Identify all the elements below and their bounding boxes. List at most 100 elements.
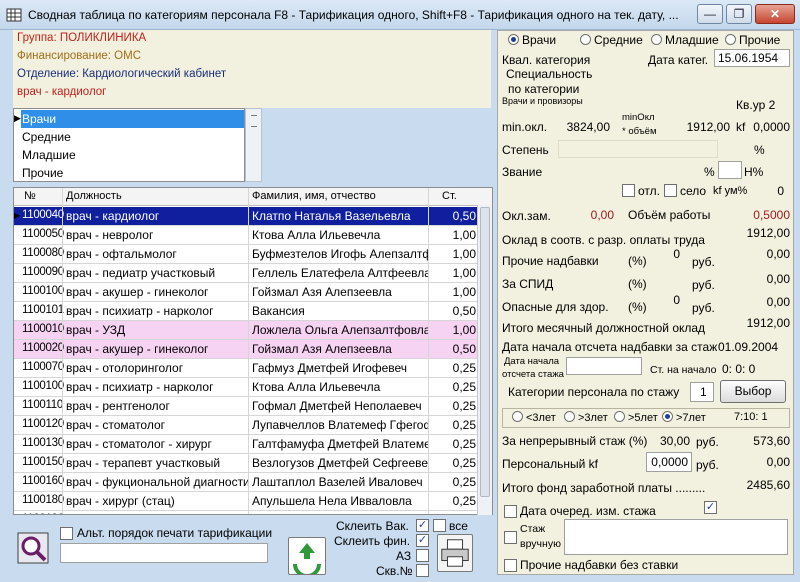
table-row[interactable]: 1100101 врач - психиатр - нарколог Ваканси… — [14, 302, 492, 321]
cell-id: 1100020 — [22, 342, 64, 354]
cell-id: 1100101 — [22, 304, 64, 316]
info-panel: Группа: ПОЛИКЛИНИКА Финансирование: ОМС … — [13, 30, 491, 108]
okl-zam-value: 0,00 — [590, 208, 614, 222]
min-okl-vol-label-2: * объём — [622, 126, 657, 137]
radio-stazh-lt3[interactable]: <3лет — [512, 411, 556, 424]
cat-stazh-value: 1 — [700, 385, 707, 399]
radio-junior[interactable]: Младшие — [651, 33, 719, 47]
cell-rate: 0,25 — [432, 513, 476, 514]
aids-rub: руб. — [692, 278, 715, 292]
close-button[interactable]: ✕ — [755, 4, 795, 24]
okl-razr-value: 1912,00 — [746, 226, 790, 240]
stazh-manual-label-2: вручную — [520, 538, 561, 550]
category-listbox[interactable]: ▶ Врачи Средние Младшие Прочие — [13, 108, 245, 182]
table-row[interactable]: 1100080 врач - офтальмолог Буфмезтелов Иго… — [14, 245, 492, 264]
cell-pos: врач - стоматолог — [66, 418, 166, 432]
glue-vak-checkbox[interactable]: ✓ — [416, 519, 429, 532]
listbox-scrollbar[interactable] — [245, 108, 262, 182]
cell-id: 1100070 — [22, 361, 64, 373]
cell-rate: 0,25 — [452, 418, 476, 432]
table-row[interactable]: 1100150 врач - терапевт участковый Везлогу… — [14, 454, 492, 473]
group-label: Группа: ПОЛИКЛИНИКА — [17, 32, 147, 44]
date-cat-label: Дата катег. — [648, 53, 709, 67]
skv-checkbox[interactable] — [416, 564, 429, 577]
col-header-name[interactable]: Фамилия, имя, отчество — [252, 190, 376, 202]
start-date-label: Дата начала — [504, 356, 560, 367]
st-start-label: Ст. на начало — [650, 364, 717, 376]
spec-value: Врачи и провизоры — [502, 96, 583, 106]
col-header-position[interactable]: Должность — [66, 190, 122, 202]
table-row[interactable]: 1100120 врач - стоматолог Лупавчеллов Влат… — [14, 416, 492, 435]
restore-button[interactable]: ❐ — [726, 4, 752, 24]
cell-pos: врач - стоматолог - хирург — [66, 437, 212, 451]
all-checkbox[interactable] — [433, 519, 446, 532]
alt-print-checkbox[interactable] — [60, 527, 73, 540]
table-row[interactable]: 1100050 врач - невролог Ктова Алла Ильевеч… — [14, 226, 492, 245]
table-row[interactable]: 1100190врач - хирург (стац)Зазозов Сефге… — [14, 511, 492, 514]
list-item[interactable]: Врачи — [21, 110, 244, 128]
table-row[interactable]: 1100110 врач - рентгенолог Гофмал Дметфей … — [14, 397, 492, 416]
total-okl-value: 1912,00 — [746, 316, 790, 330]
radio-other[interactable]: Прочие — [725, 33, 780, 47]
cont-stazh-value: 573,60 — [753, 434, 790, 448]
selo-checkbox[interactable] — [664, 184, 677, 197]
choose-button[interactable]: Выбор — [720, 380, 786, 403]
alt-print-input[interactable] — [60, 543, 268, 563]
print-button[interactable] — [437, 534, 473, 572]
other-pct-value: 0 — [673, 247, 680, 261]
table-row[interactable]: 1100090 врач - педиатр участковый Геллель … — [14, 264, 492, 283]
otl-checkbox[interactable] — [622, 184, 635, 197]
cell-name: Гойзмал Азя Алепзеевла — [252, 342, 392, 356]
grid-header: № Должность Фамилия, имя, отчество Ст. — [14, 188, 492, 206]
col-header-rate[interactable]: Ст. — [442, 190, 457, 202]
table-row[interactable]: 1100070 врач - отолоринголог Гафмуз Дметфе… — [14, 359, 492, 378]
list-item[interactable]: Прочие — [21, 164, 244, 182]
degree-field[interactable] — [558, 140, 718, 158]
radio-stazh-gt3[interactable]: >3лет — [564, 411, 608, 424]
list-item[interactable]: Средние — [21, 128, 244, 146]
cell-pos: врач - фукциональной диагностики — [66, 475, 250, 489]
az-checkbox[interactable] — [416, 549, 429, 562]
search-doc-icon[interactable] — [15, 530, 51, 566]
radio-middle[interactable]: Средние — [580, 33, 643, 47]
cell-rate: 0,25 — [452, 475, 476, 489]
h-pct-field[interactable] — [718, 161, 742, 179]
list-item[interactable]: Младшие — [21, 146, 244, 164]
table-row[interactable]: 1100020 врач - акушер - гинеколог Гойзмал … — [14, 340, 492, 359]
table-row[interactable]: 1100160 врач - фукциональной диагностики Л… — [14, 473, 492, 492]
cell-rate: 1,00 — [452, 266, 476, 280]
cell-rate: 0,25 — [452, 437, 476, 451]
fund-label: Итого фонд заработной платы ......... — [502, 481, 706, 495]
radio-doctors[interactable]: Врачи — [508, 33, 556, 47]
cell-rate: 1,00 — [452, 323, 476, 337]
kvur-label: Кв.ур 2 — [736, 98, 776, 112]
glue-fin-checkbox[interactable]: ✓ — [416, 534, 429, 547]
cont-stazh-label: За непрерывный стаж (%) — [502, 434, 648, 448]
stazh-manual-checkbox[interactable] — [504, 531, 517, 544]
table-row[interactable]: 1100130 врач - стоматолог - хирург Галтфам… — [14, 435, 492, 454]
grid-scrollbar[interactable] — [477, 205, 492, 515]
next-date-check-2[interactable]: ✓ — [704, 501, 717, 514]
printer-icon — [441, 539, 469, 567]
stazh-manual-field[interactable] — [564, 519, 788, 555]
min-okl-vol-value: 1912,00 — [686, 120, 730, 134]
minimize-button[interactable]: — — [697, 4, 723, 24]
start-date-field[interactable] — [566, 357, 642, 375]
next-date-label: Дата очеред. изм. стажа — [520, 504, 656, 518]
recycle-button[interactable] — [288, 537, 326, 578]
table-row[interactable]: 1100180 врач - хирург (стац) Апульшела Нел… — [14, 492, 492, 511]
detail-panel: Врачи Средние Младшие Прочие Квал. катег… — [497, 30, 794, 575]
cell-rate: 0,25 — [452, 380, 476, 394]
stazh-start-value: 01.09.2004 — [718, 340, 779, 354]
table-row[interactable]: ▶ 1100040 врач - кардиолог Клатпо Наталья В… — [14, 207, 492, 226]
other-no-rate-checkbox[interactable] — [504, 559, 517, 572]
cell-id: 1100040 — [22, 209, 64, 221]
radio-stazh-gt7[interactable]: >7лет — [662, 411, 706, 424]
table-row[interactable]: 1100100 врач - акушер - гинеколог Гойзмал … — [14, 283, 492, 302]
all-label: все — [449, 519, 468, 533]
table-row[interactable]: 1100100 врач - психиатр - нарколог Ктова А… — [14, 378, 492, 397]
col-header-num[interactable]: № — [24, 190, 36, 202]
next-date-checkbox[interactable] — [504, 505, 517, 518]
radio-stazh-gt5[interactable]: >5лет — [614, 411, 658, 424]
table-row[interactable]: 1100010 врач - УЗД Ложлела Ольга Алепзалтф… — [14, 321, 492, 340]
